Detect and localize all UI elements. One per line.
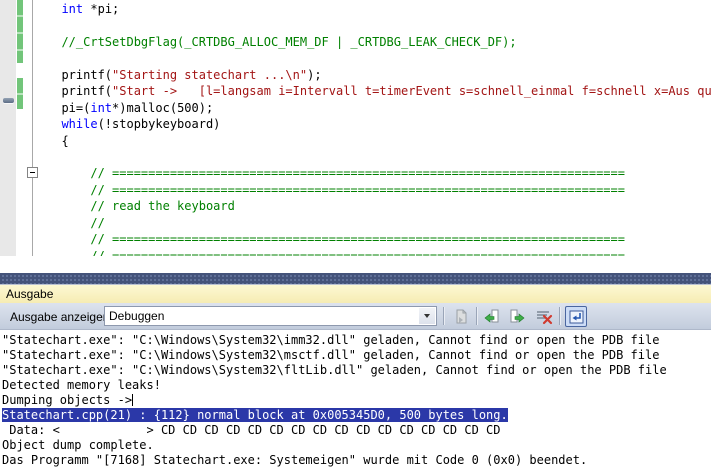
output-lines[interactable]: "Statechart.exe": "C:\Windows\System32\i… [0, 330, 711, 472]
code-lines[interactable]: int *pi; //_CrtSetDbgFlag(_CRTDBG_ALLOC_… [47, 1, 711, 256]
output-toolbar: Ausgabe anzeigen von: Debuggen [0, 303, 711, 330]
chevron-down-icon[interactable] [419, 308, 435, 324]
previous-message-button[interactable] [481, 306, 503, 327]
indicator-margin[interactable] [0, 0, 16, 256]
output-panel-title: Ausgabe [6, 287, 53, 301]
change-tracking-bar [17, 0, 23, 63]
vs-ide-window: int *pi; //_CrtSetDbgFlag(_CRTDBG_ALLOC_… [0, 0, 711, 472]
clear-all-button[interactable] [533, 306, 555, 327]
outline-guide-line [32, 0, 33, 256]
change-tracking-bar [17, 78, 23, 109]
word-wrap-toggle-button[interactable] [565, 306, 587, 327]
minus-icon [30, 172, 35, 173]
output-source-combobox[interactable]: Debuggen [104, 306, 437, 326]
toolbar-separator [559, 307, 560, 325]
toolbar-separator [476, 307, 477, 325]
next-message-button[interactable] [505, 306, 527, 327]
clear-all-icon [536, 309, 553, 325]
window-splitter[interactable] [0, 273, 711, 284]
code-editor[interactable]: int *pi; //_CrtSetDbgFlag(_CRTDBG_ALLOC_… [0, 0, 711, 256]
collapse-region-toggle[interactable] [27, 167, 38, 178]
word-wrap-icon [569, 310, 584, 324]
combobox-value: Debuggen [109, 309, 164, 323]
next-message-icon [508, 309, 525, 325]
find-message-button[interactable] [450, 306, 472, 327]
find-message-icon [453, 309, 469, 325]
margin-marker-icon [3, 98, 14, 103]
previous-message-icon [484, 309, 501, 325]
output-panel-header[interactable]: Ausgabe [0, 284, 711, 303]
toolbar-separator [443, 307, 444, 325]
